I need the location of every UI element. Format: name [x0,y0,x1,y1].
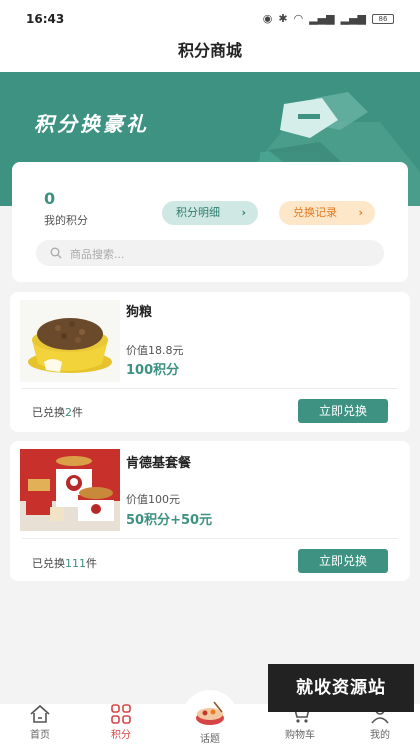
product-card[interactable]: 狗粮 价值18.8元 100积分 已兑换2件 立即兑换 [10,292,410,432]
search-input[interactable]: 商品搜索... [36,240,384,266]
exchange-record-button[interactable]: 兑换记录 › [279,201,375,225]
home-icon [30,704,50,723]
tab-home[interactable]: 首页 [10,704,70,741]
points-card: 0 我的积分 积分明细 › 兑换记录 › 商品搜索... [12,162,408,282]
search-icon [50,247,62,259]
product-name: 狗粮 [126,305,153,320]
sold-number: 2 [65,406,72,419]
exchange-record-label: 兑换记录 [293,206,337,219]
product-points: 50积分+50元 [126,513,213,528]
product-name: 肯德基套餐 [126,456,192,471]
battery-icon: 86 [372,13,394,24]
signal-icon-2: ▂▄▆ [340,12,366,25]
product-price: 价值18.8元 [126,344,184,357]
bluetooth-icon: ✱ [278,12,288,25]
tab-topic-label: 话题 [200,734,220,745]
chevron-right-icon: › [241,206,246,219]
status-icons: ◉ ✱ ◠ ▂▄▆ ▂▄▆ 86 [263,12,394,25]
eye-icon: ◉ [262,12,273,25]
dog-food-image [20,300,120,382]
divider [22,388,398,389]
divider [22,538,398,539]
points-value: 0 [44,189,56,208]
product-price: 价值100元 [126,493,180,506]
sold-count: 已兑换2件 [32,404,83,420]
watermark: 就收资源站 [268,664,414,712]
points-detail-button[interactable]: 积分明细 › [162,201,258,225]
kfc-meal-image [20,449,120,531]
product-points: 100积分 [126,363,180,378]
sold-prefix: 已兑换 [32,406,65,419]
points-detail-label: 积分明细 [176,206,220,219]
tab-cart-label: 购物车 [285,730,315,741]
search-placeholder: 商品搜索... [70,248,125,261]
grid-icon [111,704,131,724]
chevron-right-icon: › [358,206,363,219]
sold-count: 已兑换111件 [32,555,97,571]
status-time: 16:43 [26,12,65,26]
tab-mine-label: 我的 [370,730,390,741]
redeem-button[interactable]: 立即兑换 [298,399,388,423]
tab-home-label: 首页 [30,730,50,741]
wifi-icon: ◠ [293,12,304,25]
redeem-button[interactable]: 立即兑换 [298,549,388,573]
product-card[interactable]: 肯德基套餐 价值100元 50积分+50元 已兑换111件 立即兑换 [10,441,410,581]
sold-prefix: 已兑换 [32,557,65,570]
points-label: 我的积分 [44,214,88,227]
tab-points[interactable]: 积分 [91,704,151,741]
tab-points-label: 积分 [111,730,131,741]
sold-number: 111 [65,557,86,570]
nav-bar: 积分商城 [0,38,420,72]
sold-suffix: 件 [86,557,97,570]
status-bar: 16:43 ◉ ✱ ◠ ▂▄▆ ▂▄▆ 86 [0,0,420,38]
sold-suffix: 件 [72,406,83,419]
signal-icon: ▂▄▆ [309,12,335,25]
topic-icon [196,701,224,725]
banner-text: 积分换豪礼 [34,112,149,136]
page-title: 积分商城 [177,41,242,60]
